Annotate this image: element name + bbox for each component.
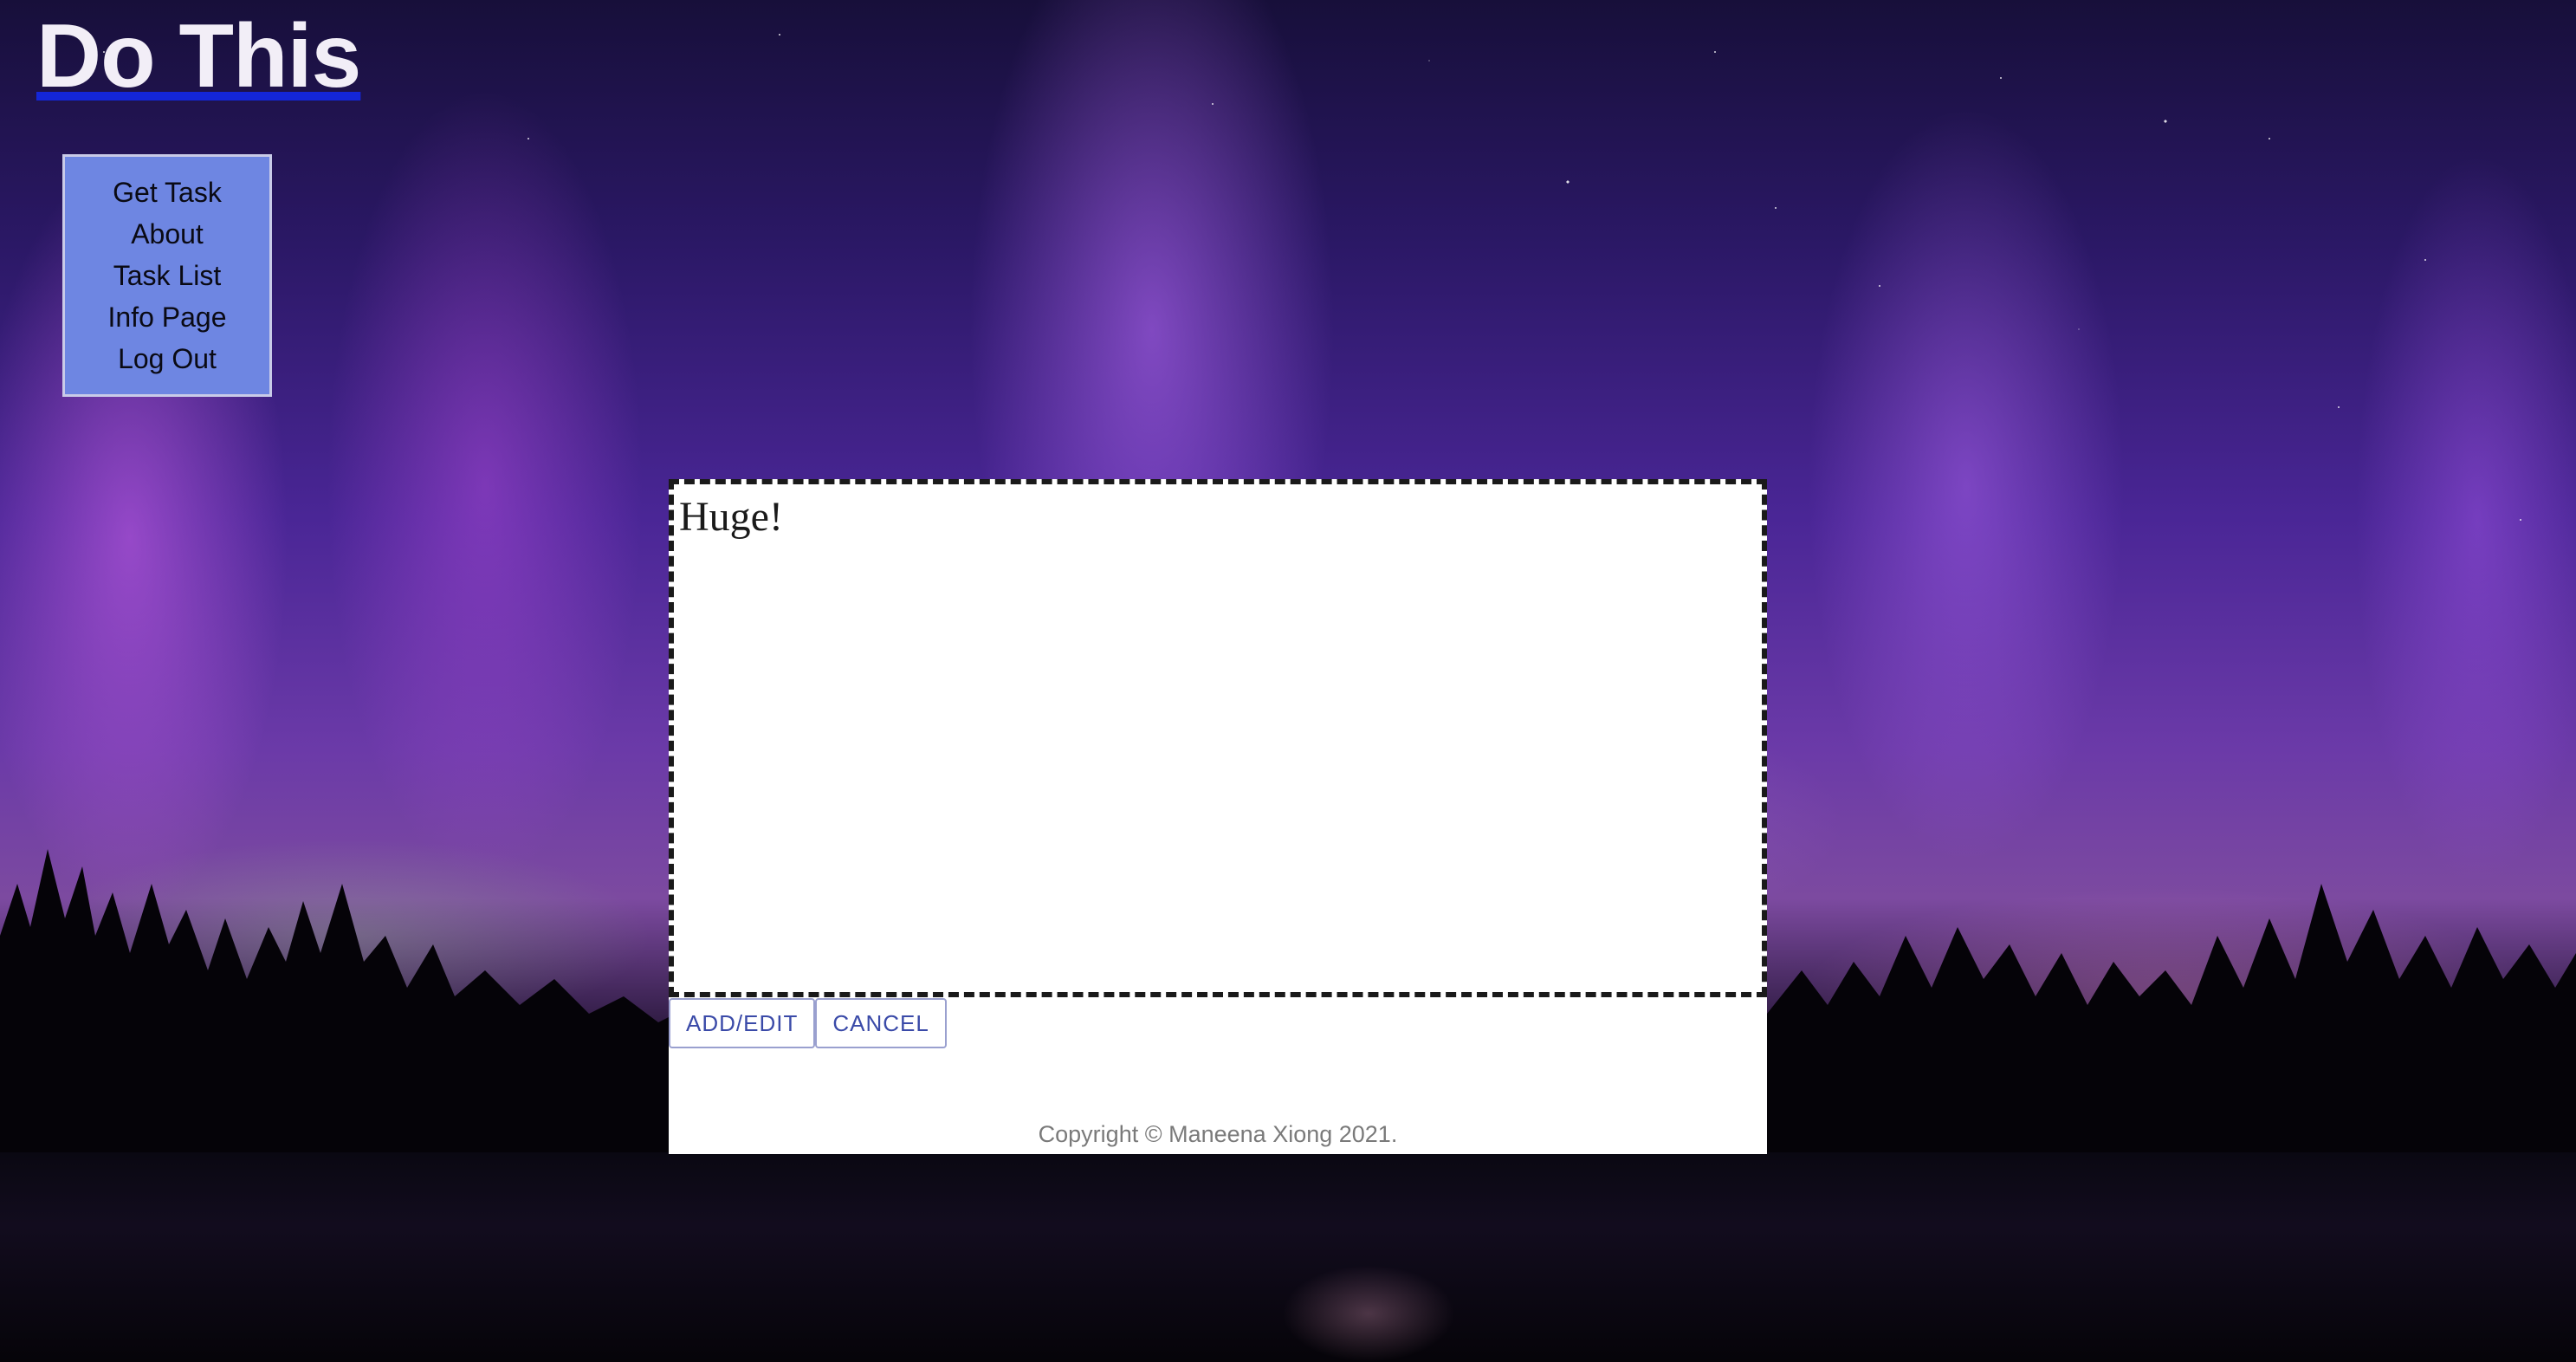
nav-item-get-task[interactable]: Get Task — [113, 172, 222, 213]
cancel-button[interactable]: CANCEL — [815, 998, 947, 1048]
add-edit-button[interactable]: ADD/EDIT — [669, 998, 816, 1048]
lake-reflection — [1282, 1265, 1455, 1362]
copyright-footer: Copyright © Maneena Xiong 2021. — [1038, 1121, 1398, 1147]
nav-item-about[interactable]: About — [131, 213, 204, 255]
nav-item-info-page[interactable]: Info Page — [108, 296, 227, 338]
side-navigation: Get Task About Task List Info Page Log O… — [62, 154, 272, 397]
nav-item-task-list[interactable]: Task List — [113, 255, 221, 296]
task-editor-panel: Huge! ADD/EDIT CANCEL Copyright © Maneen… — [669, 479, 1767, 1154]
task-text-editor[interactable]: Huge! — [669, 479, 1767, 997]
editor-actions: ADD/EDIT CANCEL — [669, 998, 947, 1048]
nav-item-log-out[interactable]: Log Out — [118, 338, 217, 379]
site-title-link[interactable]: Do This — [36, 5, 361, 107]
